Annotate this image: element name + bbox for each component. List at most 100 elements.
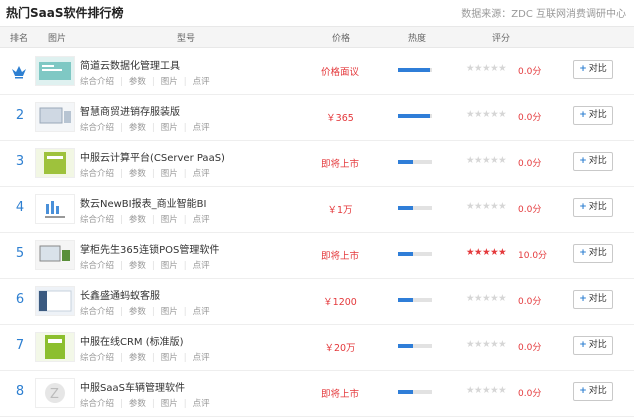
product-links: 综合介绍 | 参数 | 图片 | 点评 — [80, 169, 210, 179]
plus-icon: + — [579, 386, 587, 396]
link-3[interactable]: 点评 — [193, 123, 210, 133]
product-name-link[interactable]: 中服云计算平台(CServer PaaS) — [80, 149, 225, 164]
link-0[interactable]: 综合介绍 — [80, 353, 114, 363]
plus-icon: + — [579, 202, 587, 212]
link-1[interactable]: 参数 — [129, 123, 146, 133]
star-icon: ★ — [466, 155, 475, 166]
rating-score: 0.0分 — [518, 343, 542, 353]
heat-bar — [398, 344, 432, 348]
rank-number: 6 — [15, 292, 25, 307]
product-thumbnail[interactable] — [35, 56, 75, 86]
product-links: 综合介绍 | 参数 | 图片 | 点评 — [80, 123, 210, 133]
link-1[interactable]: 参数 — [129, 77, 146, 87]
link-2[interactable]: 图片 — [161, 399, 178, 409]
rating-score: 0.0分 — [518, 205, 542, 215]
compare-button[interactable]: + 对比 — [573, 382, 613, 401]
compare-button[interactable]: + 对比 — [573, 290, 613, 309]
crown-icon — [11, 64, 27, 79]
table-row: 7 中服在线CRM (标准版) 综合介绍 | 参数 | 图片 | 点评 ￥20万 ★★★★★ 0.0分… — [0, 324, 634, 371]
product-name-link[interactable]: 中服SaaS车辆管理软件 — [80, 379, 185, 394]
product-thumbnail[interactable] — [35, 148, 75, 178]
link-1[interactable]: 参数 — [129, 307, 146, 317]
link-0[interactable]: 综合介绍 — [80, 169, 114, 179]
compare-label: 对比 — [588, 386, 607, 396]
link-0[interactable]: 综合介绍 — [80, 399, 114, 409]
compare-button[interactable]: + 对比 — [573, 152, 613, 171]
link-3[interactable]: 点评 — [193, 261, 210, 271]
column-price: 价格 — [332, 34, 351, 44]
link-1[interactable]: 参数 — [129, 353, 146, 363]
link-3[interactable]: 点评 — [193, 77, 210, 87]
compare-button[interactable]: + 对比 — [573, 336, 613, 355]
compare-label: 对比 — [588, 294, 607, 304]
compare-button[interactable]: + 对比 — [573, 106, 613, 125]
link-1[interactable]: 参数 — [129, 169, 146, 179]
link-1[interactable]: 参数 — [129, 261, 146, 271]
star-icon: ★ — [490, 201, 499, 212]
plus-icon: + — [579, 294, 587, 304]
product-name-link[interactable]: 掌柜先生365连锁POS管理软件 — [80, 241, 219, 256]
link-3[interactable]: 点评 — [193, 307, 210, 317]
star-icon: ★ — [490, 109, 499, 120]
product-thumbnail[interactable] — [35, 240, 75, 270]
rating-stars: ★★★★★ — [466, 339, 507, 350]
product-name-link[interactable]: 简道云数据化管理工具 — [80, 57, 180, 72]
product-thumbnail[interactable] — [35, 102, 75, 132]
rating-score: 0.0分 — [518, 389, 542, 399]
rank-number: 4 — [15, 200, 25, 215]
heat-bar-fill — [398, 252, 414, 256]
compare-label: 对比 — [588, 248, 607, 258]
plus-icon: + — [579, 340, 587, 350]
rating-score: 0.0分 — [518, 113, 542, 123]
product-name-link[interactable]: 长鑫盛通蚂蚁客服 — [80, 287, 160, 302]
link-1[interactable]: 参数 — [129, 399, 146, 409]
star-icon: ★ — [466, 339, 475, 350]
compare-button[interactable]: + 对比 — [573, 244, 613, 263]
product-thumbnail[interactable] — [35, 332, 75, 362]
rating-stars: ★★★★★ — [466, 247, 507, 258]
link-3[interactable]: 点评 — [193, 169, 210, 179]
product-links: 综合介绍 | 参数 | 图片 | 点评 — [80, 307, 210, 317]
table-row: 2 智慧商贸进销存服装版 综合介绍 | 参数 | 图片 | 点评 ￥365 ★★★★★ 0.0分 + 对比 — [0, 94, 634, 141]
link-2[interactable]: 图片 — [161, 215, 178, 225]
link-3[interactable]: 点评 — [193, 399, 210, 409]
link-0[interactable]: 综合介绍 — [80, 261, 114, 271]
link-1[interactable]: 参数 — [129, 215, 146, 225]
rating-stars: ★★★★★ — [466, 293, 507, 304]
product-thumbnail[interactable] — [35, 194, 75, 224]
compare-button[interactable]: + 对比 — [573, 60, 613, 79]
product-name-link[interactable]: 智慧商贸进销存服装版 — [80, 103, 180, 118]
link-2[interactable]: 图片 — [161, 353, 178, 363]
link-0[interactable]: 综合介绍 — [80, 307, 114, 317]
star-icon: ★ — [482, 339, 491, 350]
link-2[interactable]: 图片 — [161, 77, 178, 87]
heat-bar-fill — [398, 344, 414, 348]
link-2[interactable]: 图片 — [161, 169, 178, 179]
star-icon: ★ — [498, 63, 507, 74]
compare-label: 对比 — [588, 156, 607, 166]
star-icon: ★ — [474, 293, 483, 304]
star-icon: ★ — [474, 63, 483, 74]
plus-icon: + — [579, 64, 587, 74]
product-price: 价格面议 — [320, 67, 359, 78]
product-thumbnail[interactable] — [35, 286, 75, 316]
rating-score: 0.0分 — [518, 67, 542, 77]
link-2[interactable]: 图片 — [161, 307, 178, 317]
rank-number: 3 — [15, 154, 25, 169]
link-2[interactable]: 图片 — [161, 123, 178, 133]
product-thumbnail[interactable]: Z — [35, 378, 75, 408]
product-price: ￥20万 — [324, 343, 356, 354]
link-0[interactable]: 综合介绍 — [80, 215, 114, 225]
link-0[interactable]: 综合介绍 — [80, 123, 114, 133]
table-row: 3 中服云计算平台(CServer PaaS) 综合介绍 | 参数 | 图片 | 点评 即将上市 ★… — [0, 140, 634, 187]
compare-button[interactable]: + 对比 — [573, 198, 613, 217]
rank-number: 8 — [15, 384, 25, 399]
star-icon: ★ — [474, 109, 483, 120]
link-3[interactable]: 点评 — [193, 353, 210, 363]
link-0[interactable]: 综合介绍 — [80, 77, 114, 87]
product-price: ￥365 — [326, 113, 354, 124]
product-name-link[interactable]: 中服在线CRM (标准版) — [80, 333, 184, 348]
link-2[interactable]: 图片 — [161, 261, 178, 271]
link-3[interactable]: 点评 — [193, 215, 210, 225]
product-name-link[interactable]: 数云NewBI报表_商业智能BI — [80, 195, 206, 210]
